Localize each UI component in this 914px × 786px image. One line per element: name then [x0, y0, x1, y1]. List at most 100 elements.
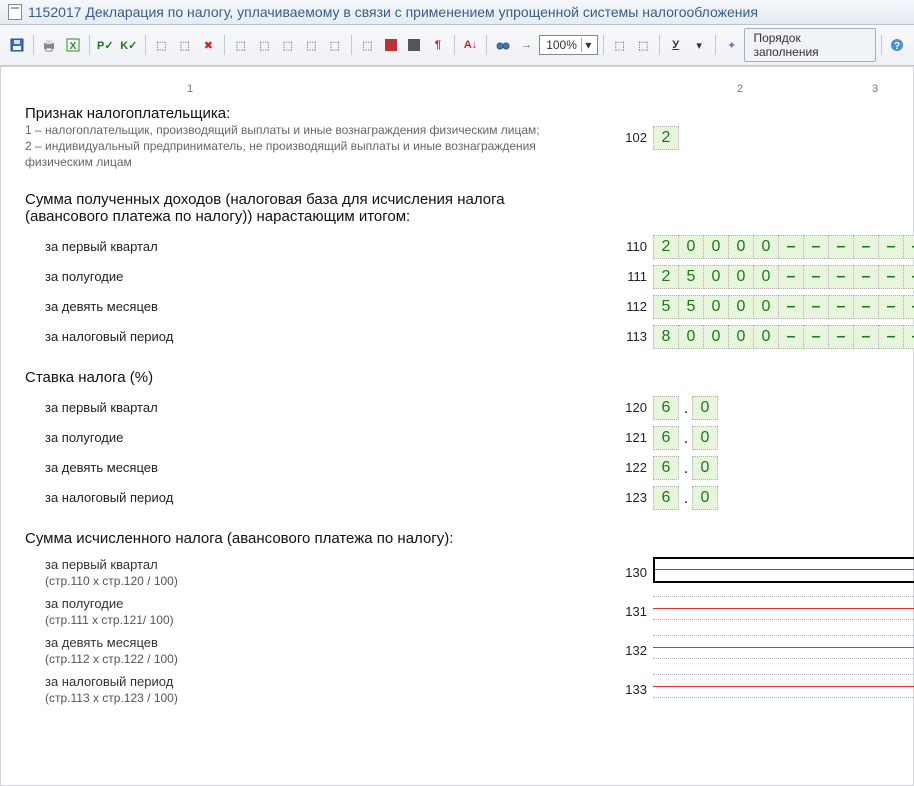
- digit-cell[interactable]: –: [803, 265, 829, 289]
- digit-cell[interactable]: 0: [753, 235, 779, 259]
- income-label: за девять месяцев: [25, 299, 625, 314]
- digit-cell[interactable]: 0: [703, 265, 729, 289]
- digit-cells[interactable]: 25000––––––: [653, 265, 914, 289]
- arrow-right-icon[interactable]: →: [516, 34, 538, 56]
- rate-cells[interactable]: 6.0: [653, 396, 889, 420]
- digit-cell[interactable]: –: [903, 265, 914, 289]
- taxpayer-note-1: 1 – налогоплательщик, производящий выпла…: [25, 122, 605, 138]
- digit-cell[interactable]: 0: [678, 325, 704, 349]
- calc-input[interactable]: [653, 557, 914, 583]
- digit-cell[interactable]: –: [803, 235, 829, 259]
- digit-cell[interactable]: 0: [753, 325, 779, 349]
- rate-dec-cell[interactable]: 0: [692, 486, 718, 510]
- dropdown-icon[interactable]: ▾: [688, 34, 710, 56]
- digit-cell[interactable]: –: [878, 265, 904, 289]
- tool-icon-10[interactable]: ⬚: [609, 34, 631, 56]
- digit-cell[interactable]: –: [803, 325, 829, 349]
- digit-cell[interactable]: –: [903, 235, 914, 259]
- rate-dec-cell[interactable]: 0: [692, 396, 718, 420]
- digit-cell[interactable]: –: [903, 325, 914, 349]
- digit-cell[interactable]: 2: [653, 265, 679, 289]
- digit-cell[interactable]: –: [778, 235, 804, 259]
- tool-icon-5[interactable]: ⬚: [254, 34, 276, 56]
- digit-cell[interactable]: 0: [703, 235, 729, 259]
- digit-cell[interactable]: –: [828, 325, 854, 349]
- digit-cell[interactable]: 0: [728, 325, 754, 349]
- digit-cell[interactable]: –: [778, 295, 804, 319]
- digit-cell[interactable]: 5: [678, 265, 704, 289]
- digit-cell[interactable]: –: [828, 265, 854, 289]
- calc-input[interactable]: [653, 635, 914, 659]
- rate-dec-cell[interactable]: 0: [692, 456, 718, 480]
- wand-icon[interactable]: ✦: [721, 34, 743, 56]
- calc-input[interactable]: [653, 674, 914, 698]
- rate-int-cell[interactable]: 6: [653, 456, 679, 480]
- rate-cells[interactable]: 6.0: [653, 426, 889, 450]
- underline-icon[interactable]: У: [665, 34, 687, 56]
- digit-cell[interactable]: 5: [678, 295, 704, 319]
- excel-icon[interactable]: X: [62, 34, 84, 56]
- tool-icon-9[interactable]: ⬚: [357, 34, 379, 56]
- tool-icon-7[interactable]: ⬚: [301, 34, 323, 56]
- tool-icon-3[interactable]: ✖: [198, 34, 220, 56]
- taxpayer-sign-cell[interactable]: 2: [653, 126, 679, 150]
- digit-cell[interactable]: 0: [753, 295, 779, 319]
- binoculars-icon[interactable]: [492, 34, 514, 56]
- line-code: 133: [625, 682, 653, 697]
- digit-cell[interactable]: 8: [653, 325, 679, 349]
- digit-cell[interactable]: –: [803, 295, 829, 319]
- order-button[interactable]: Порядок заполнения: [744, 28, 875, 62]
- stop-icon[interactable]: [404, 34, 426, 56]
- tool-icon-11[interactable]: ⬚: [632, 34, 654, 56]
- digit-cell[interactable]: –: [853, 295, 879, 319]
- digit-cell[interactable]: 0: [703, 295, 729, 319]
- help-icon[interactable]: ?: [887, 34, 909, 56]
- digit-cell[interactable]: –: [853, 325, 879, 349]
- font-a-icon[interactable]: A↓: [460, 34, 482, 56]
- digit-cell[interactable]: 0: [728, 295, 754, 319]
- digit-cell[interactable]: 0: [753, 265, 779, 289]
- digit-cell[interactable]: –: [828, 295, 854, 319]
- tool-icon-2[interactable]: ⬚: [174, 34, 196, 56]
- calc-row: за полугодие(стр.111 x стр.121/ 100)131: [25, 596, 889, 627]
- digit-cell[interactable]: –: [828, 235, 854, 259]
- rate-cells[interactable]: 6.0: [653, 486, 889, 510]
- tool-icon-6[interactable]: ⬚: [277, 34, 299, 56]
- digit-cell[interactable]: –: [878, 325, 904, 349]
- tool-icon-4[interactable]: ⬚: [230, 34, 252, 56]
- digit-cells[interactable]: 20000––––––: [653, 235, 914, 259]
- digit-cell[interactable]: 5: [653, 295, 679, 319]
- k-check-icon[interactable]: K✓: [118, 34, 140, 56]
- print-icon[interactable]: [39, 34, 61, 56]
- tool-icon-1[interactable]: ⬚: [151, 34, 173, 56]
- zoom-dropdown-icon[interactable]: ▾: [581, 38, 595, 52]
- pilcrow-icon[interactable]: ¶: [427, 34, 449, 56]
- digit-cell[interactable]: –: [878, 295, 904, 319]
- digit-cell[interactable]: –: [778, 325, 804, 349]
- digit-cell[interactable]: 2: [653, 235, 679, 259]
- rate-cells[interactable]: 6.0: [653, 456, 889, 480]
- digit-cell[interactable]: 0: [728, 235, 754, 259]
- record-icon[interactable]: [380, 34, 402, 56]
- digit-cell[interactable]: –: [853, 235, 879, 259]
- digit-cells[interactable]: 80000––––––: [653, 325, 914, 349]
- tool-icon-8[interactable]: ⬚: [324, 34, 346, 56]
- digit-cells[interactable]: 55000––––––: [653, 295, 914, 319]
- rate-int-cell[interactable]: 6: [653, 396, 679, 420]
- calc-input[interactable]: [653, 596, 914, 620]
- p-check-icon[interactable]: P✓: [95, 34, 117, 56]
- zoom-select[interactable]: 100% ▾: [539, 35, 598, 55]
- digit-cell[interactable]: 0: [703, 325, 729, 349]
- digit-cell[interactable]: –: [878, 235, 904, 259]
- digit-cell[interactable]: –: [853, 265, 879, 289]
- digit-cell[interactable]: –: [903, 295, 914, 319]
- digit-cell[interactable]: 0: [678, 235, 704, 259]
- digit-cell[interactable]: –: [778, 265, 804, 289]
- rate-dec-cell[interactable]: 0: [692, 426, 718, 450]
- column-headers: 1 2 3: [25, 83, 889, 95]
- rate-int-cell[interactable]: 6: [653, 426, 679, 450]
- digit-cell[interactable]: 0: [728, 265, 754, 289]
- save-icon[interactable]: [6, 34, 28, 56]
- rate-int-cell[interactable]: 6: [653, 486, 679, 510]
- line-code: 120: [625, 400, 653, 415]
